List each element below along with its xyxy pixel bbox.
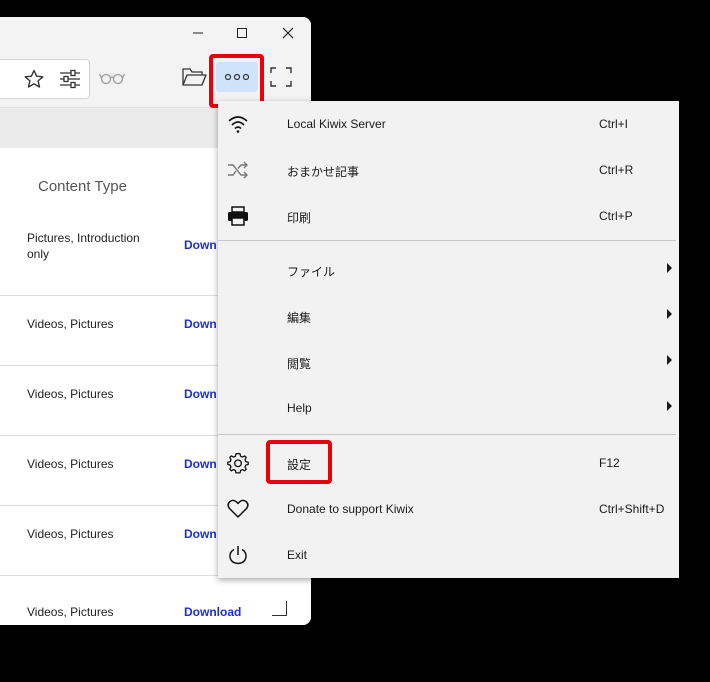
address-bar[interactable] bbox=[0, 59, 90, 99]
menu-item-label: おまかせ記事 bbox=[287, 165, 360, 179]
close-icon bbox=[282, 27, 294, 39]
submenu-arrow-icon bbox=[667, 263, 672, 273]
menu-item-label: Local Kiwix Server bbox=[287, 117, 386, 131]
heart-icon bbox=[226, 497, 250, 521]
reading-mode-button[interactable] bbox=[98, 65, 126, 91]
download-arrow-icon[interactable] bbox=[272, 601, 287, 616]
menu-item-local-kiwix-server[interactable]: Local Kiwix Server Ctrl+I bbox=[218, 101, 679, 147]
content-type-cell: Videos, Pictures bbox=[27, 317, 114, 331]
menu-item-shortcut: Ctrl+R bbox=[599, 163, 634, 177]
gear-icon bbox=[226, 451, 250, 475]
filter-button[interactable] bbox=[57, 66, 83, 92]
menu-item-shortcut: Ctrl+P bbox=[599, 209, 633, 223]
main-menu: Local Kiwix Server Ctrl+I おまかせ記事 Ctrl+R … bbox=[218, 101, 679, 578]
submenu-arrow-icon bbox=[667, 401, 672, 411]
download-link[interactable]: Down bbox=[184, 457, 217, 471]
printer-icon bbox=[226, 204, 250, 228]
menu-item-file[interactable]: ファイル bbox=[218, 247, 679, 293]
menu-item-view[interactable]: 閲覧 bbox=[218, 339, 679, 385]
menu-item-edit[interactable]: 編集 bbox=[218, 293, 679, 339]
fullscreen-button[interactable] bbox=[268, 64, 294, 90]
menu-item-random-article[interactable]: おまかせ記事 Ctrl+R bbox=[218, 147, 679, 193]
power-icon bbox=[226, 543, 250, 567]
menu-item-print[interactable]: 印刷 Ctrl+P bbox=[218, 193, 679, 239]
table-row[interactable]: Videos, Pictures Download bbox=[0, 576, 311, 624]
download-link[interactable]: Down bbox=[184, 387, 217, 401]
toolbar bbox=[0, 49, 311, 107]
menu-item-label: Help bbox=[287, 401, 312, 415]
content-type-cell: Videos, Pictures bbox=[27, 605, 114, 619]
menu-item-label: ファイル bbox=[287, 265, 336, 279]
content-type-cell: Pictures, Introduction only bbox=[27, 231, 140, 261]
folder-open-icon bbox=[182, 68, 207, 86]
highlight-more-button bbox=[209, 54, 264, 108]
content-type-cell: Videos, Pictures bbox=[27, 387, 114, 401]
menu-item-label: 編集 bbox=[287, 311, 312, 325]
menu-item-exit[interactable]: Exit bbox=[218, 532, 679, 578]
minimize-icon bbox=[193, 32, 203, 34]
menu-item-label: Donate to support Kiwix bbox=[287, 502, 414, 516]
star-icon bbox=[24, 69, 44, 88]
menu-item-label: Exit bbox=[287, 548, 308, 562]
bookmark-button[interactable] bbox=[21, 66, 47, 92]
maximize-icon bbox=[237, 28, 247, 38]
menu-item-shortcut: F12 bbox=[599, 456, 620, 470]
shuffle-icon bbox=[226, 158, 250, 182]
column-header-content-type: Content Type bbox=[38, 178, 127, 195]
fullscreen-icon bbox=[270, 67, 292, 87]
close-button[interactable] bbox=[265, 17, 311, 49]
content-type-cell: Videos, Pictures bbox=[27, 527, 114, 541]
menu-item-donate[interactable]: Donate to support Kiwix Ctrl+Shift+D bbox=[218, 486, 679, 532]
submenu-arrow-icon bbox=[667, 355, 672, 365]
menu-item-label: 印刷 bbox=[287, 211, 312, 225]
maximize-button[interactable] bbox=[219, 17, 265, 49]
download-link[interactable]: Down bbox=[184, 527, 217, 541]
open-file-button[interactable] bbox=[180, 63, 208, 91]
content-type-cell: Videos, Pictures bbox=[27, 457, 114, 471]
wifi-icon bbox=[226, 112, 250, 136]
submenu-arrow-icon bbox=[667, 309, 672, 319]
reading-glasses-icon bbox=[99, 73, 125, 85]
sliders-icon bbox=[60, 69, 80, 89]
minimize-button[interactable] bbox=[175, 17, 221, 49]
menu-item-shortcut: Ctrl+Shift+D bbox=[599, 502, 665, 516]
menu-separator bbox=[218, 240, 676, 241]
highlight-settings bbox=[266, 440, 332, 484]
download-link[interactable]: Down bbox=[184, 317, 217, 331]
menu-item-help[interactable]: Help bbox=[218, 385, 679, 431]
download-link[interactable]: Down bbox=[184, 238, 217, 252]
download-link[interactable]: Download bbox=[184, 605, 241, 619]
menu-item-shortcut: Ctrl+I bbox=[599, 117, 629, 131]
menu-separator bbox=[218, 434, 676, 435]
title-bar bbox=[0, 17, 311, 49]
menu-item-label: 閲覧 bbox=[287, 357, 312, 371]
